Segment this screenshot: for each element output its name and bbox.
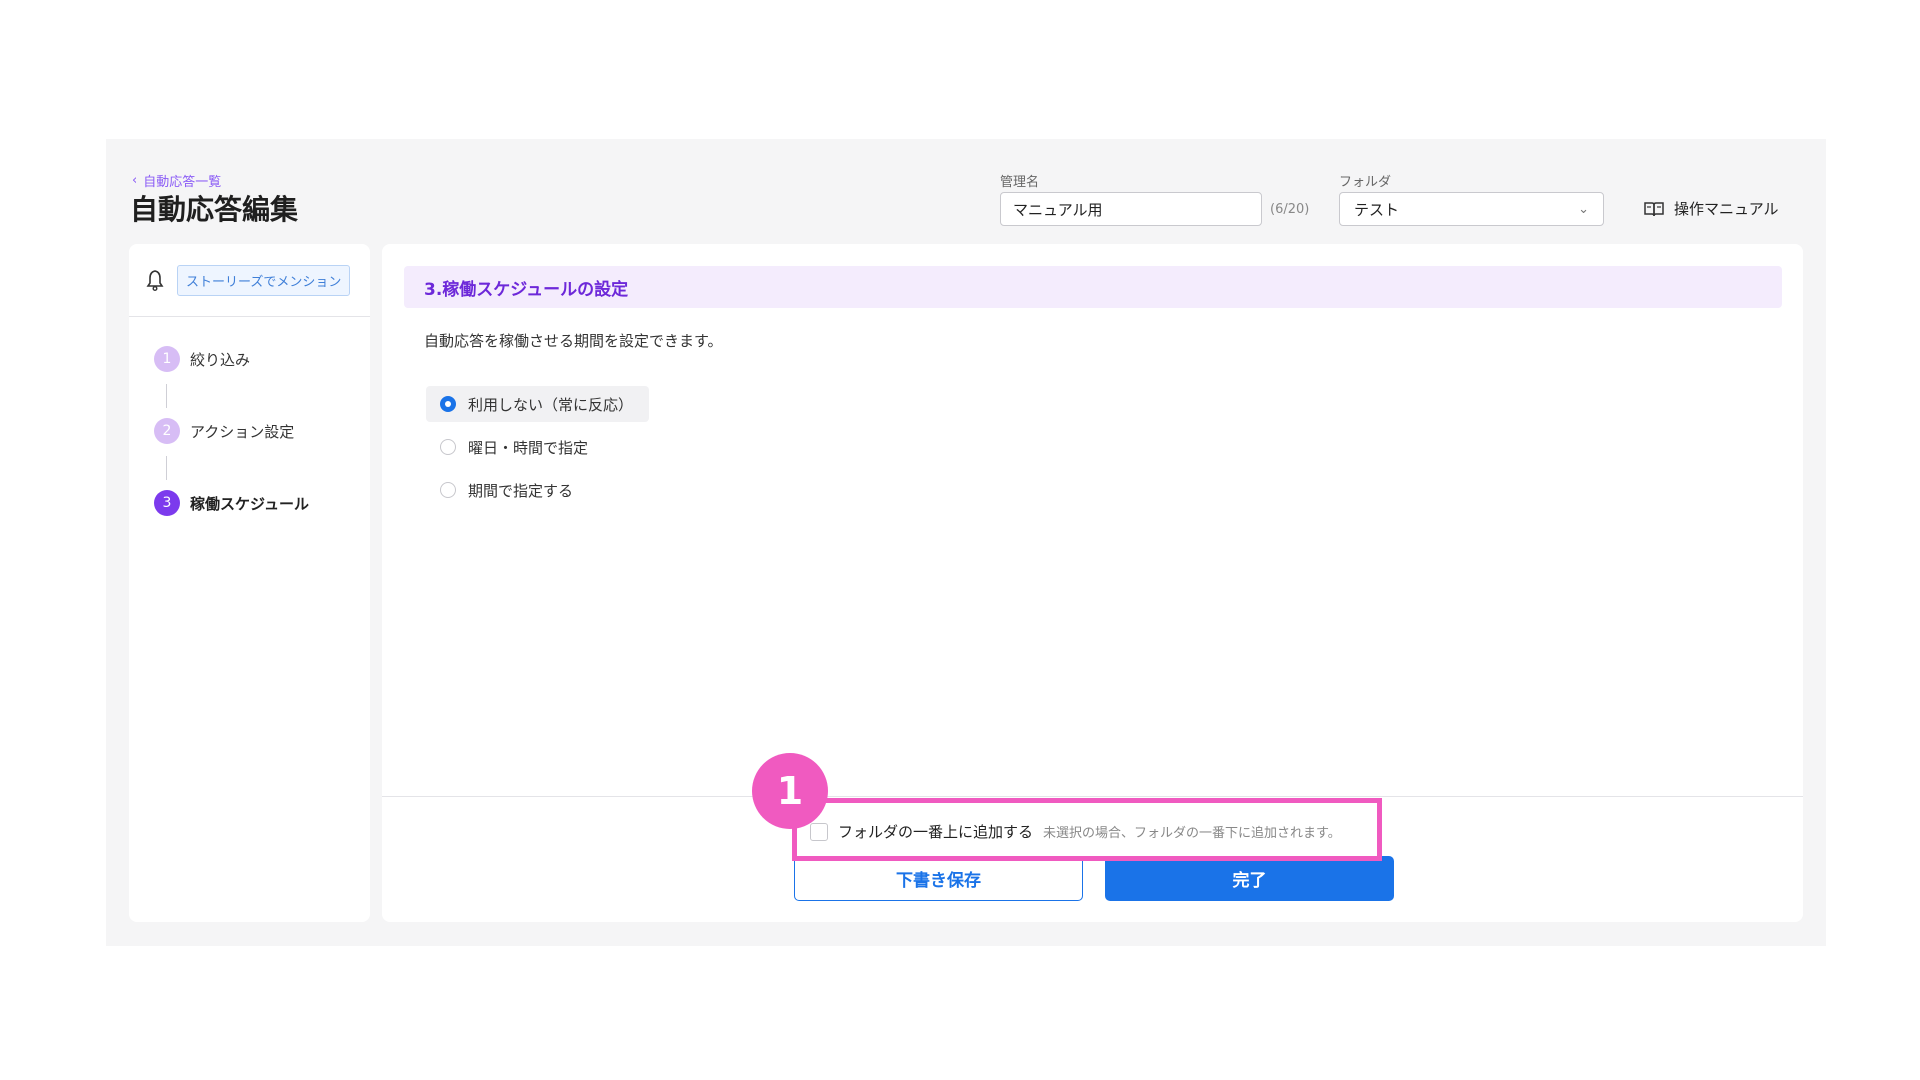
add-to-top-checkbox[interactable] [810,822,828,841]
save-draft-button[interactable]: 下書き保存 [794,856,1083,901]
bell-icon [146,270,164,291]
back-to-list-link[interactable]: ‹ 自動応答一覧 [132,171,221,190]
checkbox-note: 未選択の場合、フォルダの一番下に追加されます。 [1043,826,1341,841]
step-number: 2 [154,418,180,444]
name-field-label: 管理名 [1000,175,1040,190]
name-input[interactable] [1000,192,1262,226]
radio-button[interactable] [440,396,456,412]
step-filter[interactable]: 1 絞り込み [154,346,250,372]
schedule-option-none[interactable]: 利用しない（常に反応） [426,386,650,422]
option-label: 利用しない（常に反応） [468,395,634,414]
name-char-counter: (6/20) [1270,202,1310,217]
option-label: 曜日・時間で指定 [468,438,589,457]
radio-button[interactable] [440,439,456,455]
step-action[interactable]: 2 アクション設定 [154,418,294,444]
annotation-badge: 1 [752,753,828,829]
schedule-option-weekday-time[interactable]: 曜日・時間で指定 [426,429,604,465]
folder-field-label: フォルダ [1339,175,1392,190]
step-connector [166,456,167,480]
book-icon [1644,201,1664,216]
manual-link[interactable]: 操作マニュアル [1644,198,1779,219]
step-label: 絞り込み [190,350,251,369]
footer-divider [382,796,1803,797]
step-number: 3 [154,490,180,516]
section-description: 自動応答を稼働させる期間を設定できます。 [424,332,723,350]
folder-select[interactable]: テスト ⌄ [1339,192,1604,226]
step-connector [166,384,167,408]
manual-link-label: 操作マニュアル [1674,200,1779,218]
back-link-label: 自動応答一覧 [143,175,222,190]
option-label: 期間で指定する [468,481,574,500]
trigger-type-tag: ストーリーズでメンション [177,264,351,296]
section-title: 3.稼働スケジュールの設定 [404,266,1782,308]
checkbox-label: フォルダの一番上に追加する [838,823,1034,841]
radio-button[interactable] [440,482,456,498]
sidebar-header: ストーリーズでメンション [129,244,370,317]
folder-select-value: テスト [1354,200,1400,219]
chevron-left-icon: ‹ [132,173,138,188]
step-schedule[interactable]: 3 稼働スケジュール [154,490,309,516]
add-to-top-checkbox-row[interactable]: フォルダの一番上に追加する 未選択の場合、フォルダの一番下に追加されます。 [810,821,1341,842]
step-sidebar: ストーリーズでメンション 1 絞り込み 2 アクション設定 3 稼働スケジュール [129,244,370,922]
page-title: 自動応答編集 [130,193,299,226]
step-label: 稼働スケジュール [190,494,309,513]
schedule-option-period[interactable]: 期間で指定する [426,472,589,508]
chevron-down-icon: ⌄ [1578,201,1589,217]
step-number: 1 [154,346,180,372]
complete-button[interactable]: 完了 [1105,856,1394,901]
step-label: アクション設定 [190,422,295,441]
